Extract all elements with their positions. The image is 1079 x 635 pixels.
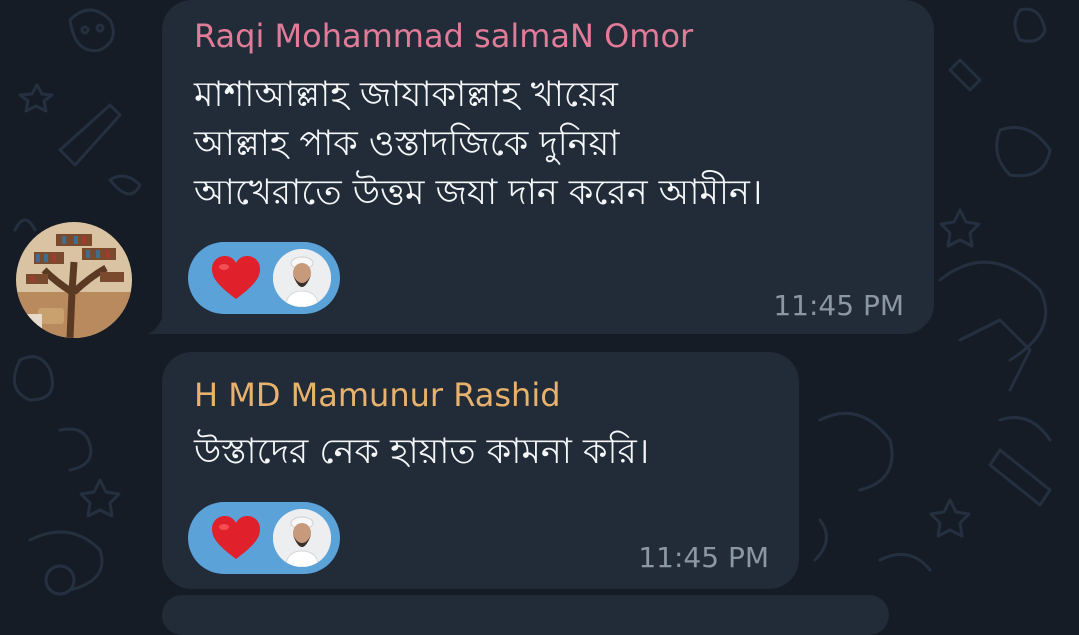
heart-reaction-icon: [212, 516, 260, 559]
book-tree-avatar-image: [16, 222, 132, 338]
reactor-avatar: [273, 509, 331, 567]
sender-avatar[interactable]: [16, 222, 132, 338]
message-text: উস্তাদের নেক হায়াত কামনা করি।: [194, 432, 650, 472]
message-timestamp: 11:45 PM: [638, 541, 769, 574]
message-bubble-partial[interactable]: [162, 595, 889, 635]
sender-name[interactable]: H MD Mamunur Rashid: [194, 376, 561, 414]
reaction-pill[interactable]: [188, 502, 340, 574]
